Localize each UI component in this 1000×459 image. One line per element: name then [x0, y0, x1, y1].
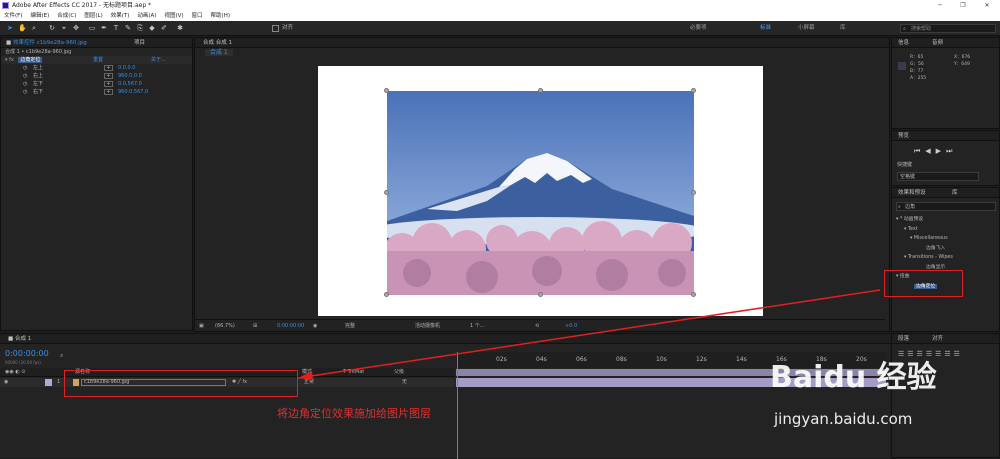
watermark-url: jingyan.baidu.com	[774, 410, 913, 428]
baidu-watermark: Baidu 经验 jingyan.baidu.com	[770, 352, 990, 442]
watermark-brand: Baidu 经验	[770, 360, 937, 395]
annotation-caption: 将边角定位效果施加给图片图层	[277, 407, 431, 420]
